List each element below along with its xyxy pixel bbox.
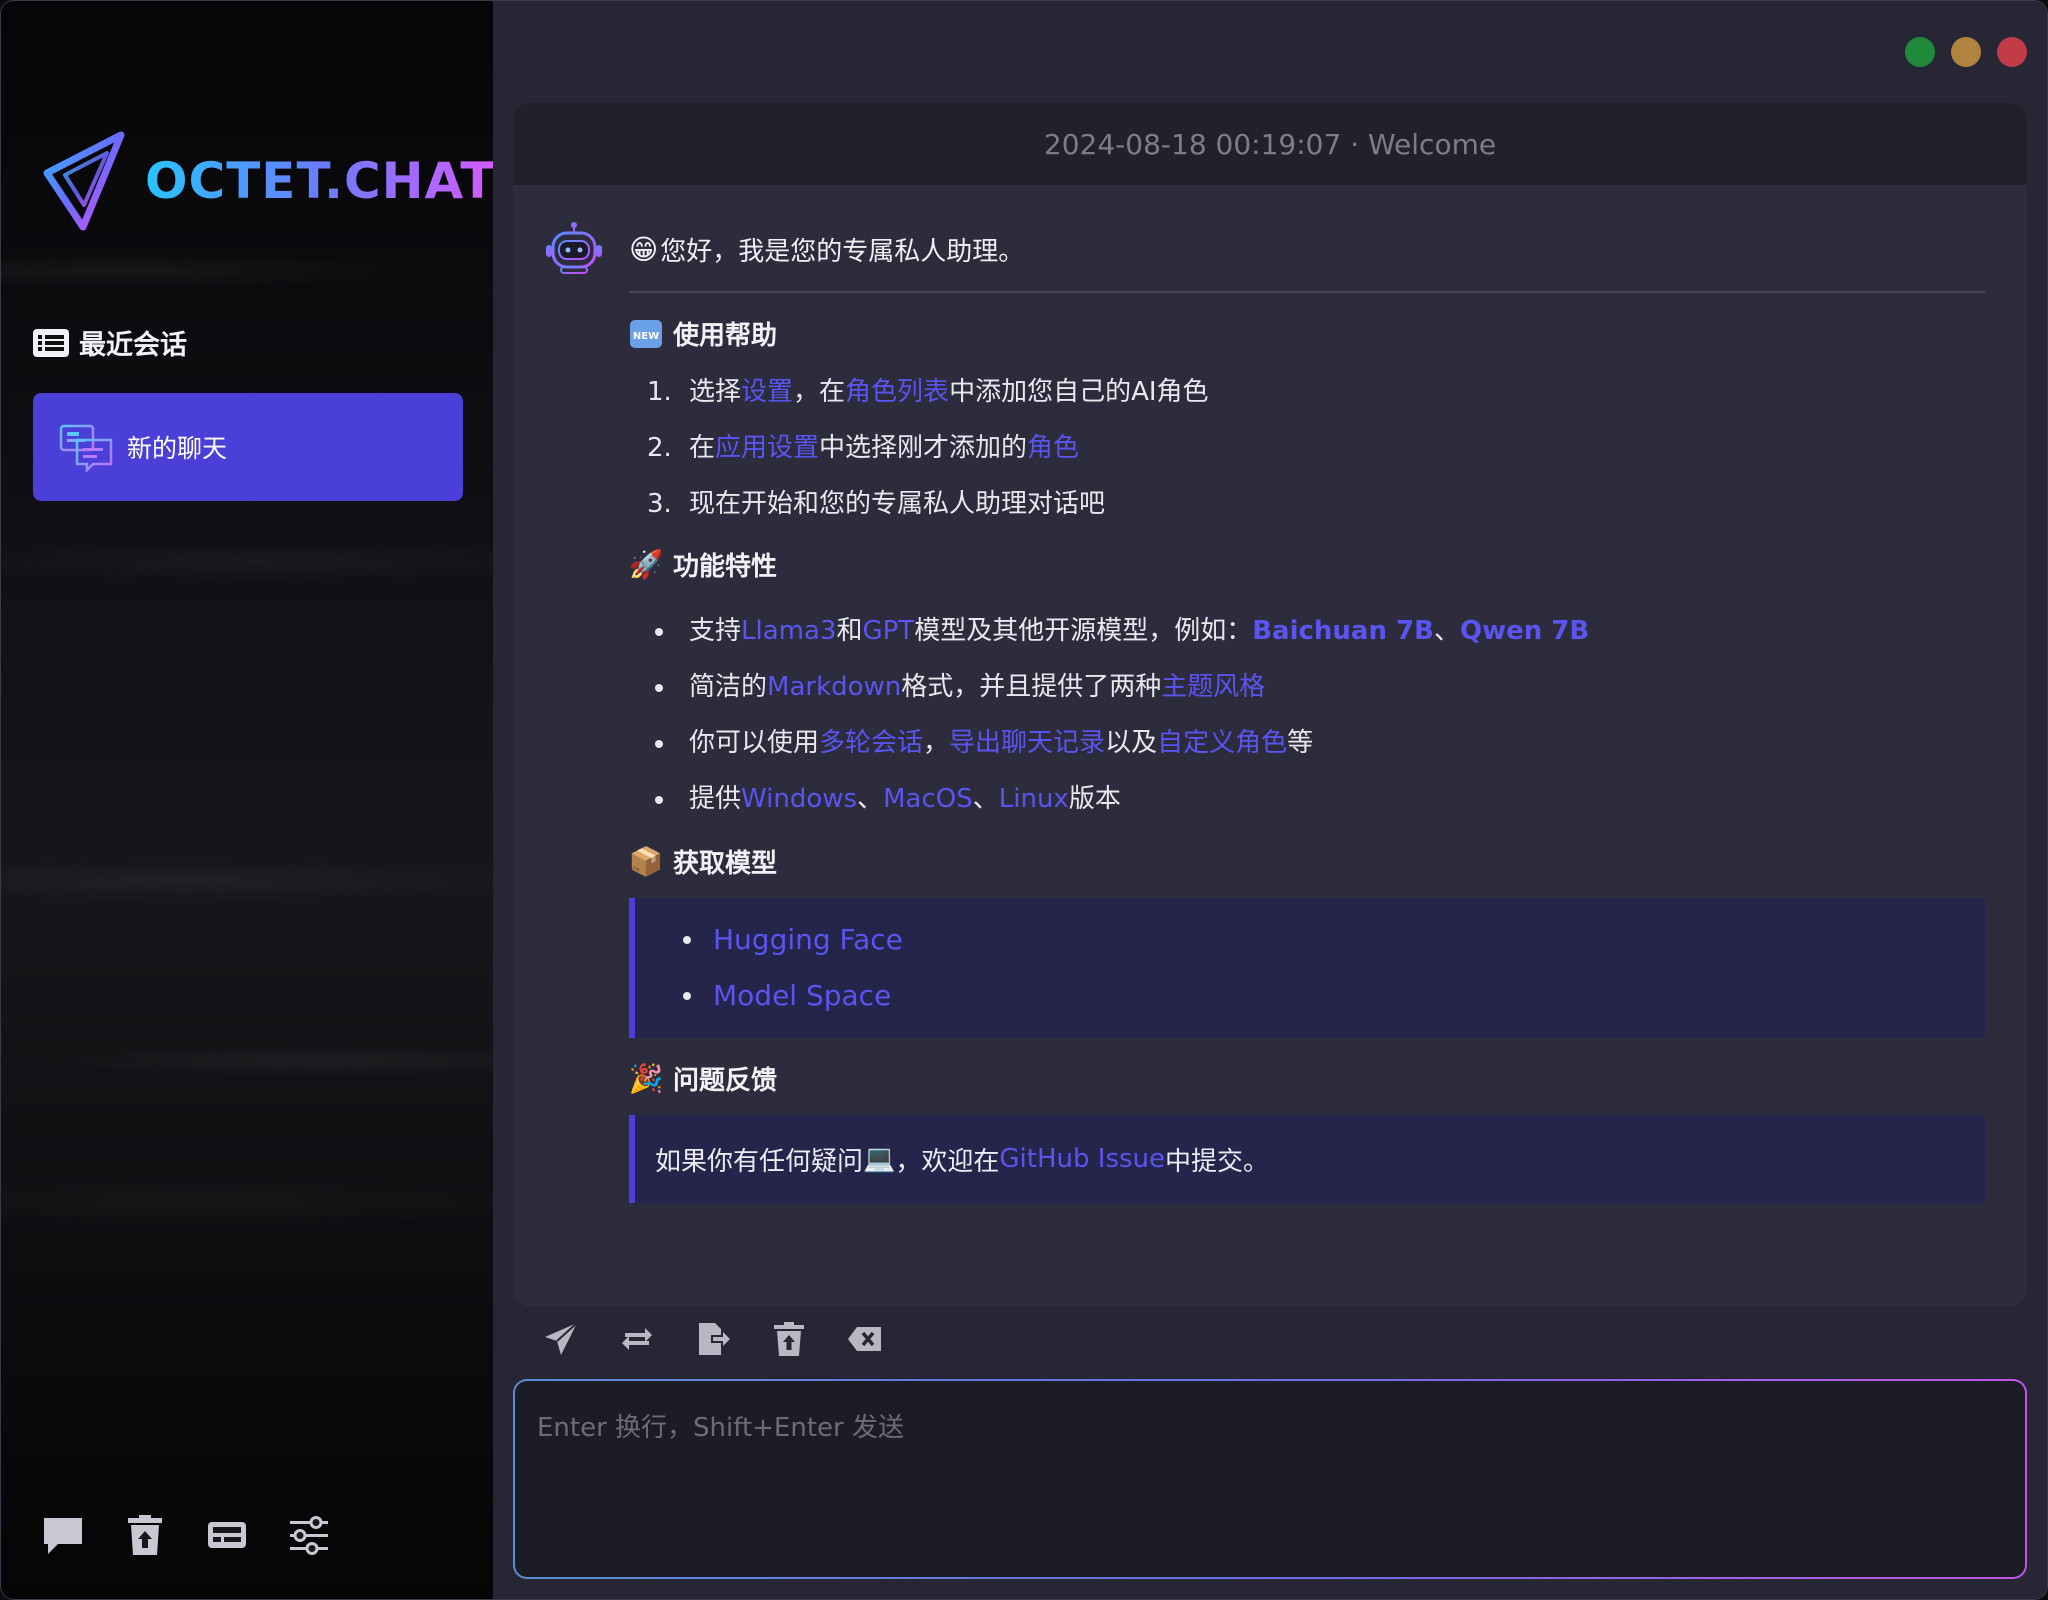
- baichuan-link[interactable]: Baichuan 7B: [1252, 616, 1434, 646]
- recent-chats-heading: 最近会话: [33, 323, 187, 362]
- maximize-button[interactable]: [1905, 37, 1935, 67]
- list-icon: [33, 328, 69, 357]
- hugging-face-link[interactable]: Hugging Face: [713, 923, 903, 956]
- keyboard-icon: [208, 1522, 246, 1548]
- input-toolbar: [541, 1319, 885, 1359]
- export-button[interactable]: [693, 1319, 733, 1359]
- models-quote: Hugging Face Model Space: [629, 898, 1985, 1038]
- features-list: 支持Llama3和GPT模型及其他开源模型，例如：Baichuan 7B、Qwe…: [629, 603, 1985, 827]
- chat-header: 2024-08-18 00:19:07 · Welcome: [513, 103, 2027, 185]
- list-item: 2. 在应用设置中选择刚才添加的角色: [647, 433, 1080, 463]
- new-chat-button[interactable]: [41, 1513, 85, 1557]
- gpt-link[interactable]: GPT: [862, 616, 914, 646]
- macos-link[interactable]: MacOS: [883, 784, 973, 814]
- list-item: Hugging Face: [635, 912, 1985, 968]
- minimize-button[interactable]: [1951, 37, 1981, 67]
- help-steps: 1. 选择设置，在角色列表中添加您自己的AI角色 2. 在应用设置中选择刚才添加…: [629, 364, 1985, 532]
- feedback-quote: 如果你有任何疑问 💻 ，欢迎在 GitHub Issue 中提交。: [629, 1115, 1985, 1203]
- chat-item-new[interactable]: 新的聊天: [33, 393, 463, 501]
- trash-icon: [128, 1515, 162, 1555]
- qwen-link[interactable]: Qwen 7B: [1460, 616, 1589, 646]
- clear-icon: [774, 1322, 804, 1356]
- role-list-link[interactable]: 角色列表: [845, 377, 949, 407]
- divider: [629, 291, 1985, 293]
- svg-text:NEW: NEW: [633, 331, 659, 342]
- llama3-link[interactable]: Llama3: [741, 616, 836, 646]
- new-emoji-icon: NEW: [629, 317, 663, 351]
- package-emoji-icon: 📦: [628, 845, 664, 878]
- delete-input-button[interactable]: [845, 1319, 885, 1359]
- theme-link[interactable]: 主题风格: [1161, 672, 1265, 702]
- export-history-link[interactable]: 导出聊天记录: [949, 728, 1105, 758]
- logo-text: OCTET.CHAT: [145, 152, 493, 210]
- laptop-emoji-icon: 💻: [863, 1144, 896, 1174]
- features-heading: 🚀 功能特性: [629, 546, 1985, 583]
- linux-link[interactable]: Linux: [999, 784, 1069, 814]
- chat-panel: 2024-08-18 00:19:07 · Welcome 😁 您好，我是您的专…: [513, 103, 2027, 1307]
- party-emoji-icon: 🎉: [628, 1062, 664, 1095]
- send-icon: [545, 1322, 578, 1355]
- list-item: 支持Llama3和GPT模型及其他开源模型，例如：Baichuan 7B、Qwe…: [629, 603, 1985, 659]
- chat-bubbles-icon: [59, 424, 113, 472]
- list-item: Model Space: [635, 968, 1985, 1024]
- help-heading: NEW 使用帮助: [629, 315, 1985, 352]
- models-heading: 📦 获取模型: [629, 843, 1985, 880]
- send-button[interactable]: [541, 1319, 581, 1359]
- clear-chat-button[interactable]: [769, 1319, 809, 1359]
- models-title: 获取模型: [673, 849, 778, 879]
- features-title: 功能特性: [673, 552, 778, 582]
- export-icon: [699, 1323, 730, 1355]
- backspace-icon: [848, 1327, 881, 1351]
- message-input-frame: [513, 1379, 2027, 1579]
- list-item: 3. 现在开始和您的专属私人助理对话吧: [647, 489, 1106, 519]
- app-logo: OCTET.CHAT: [41, 129, 493, 233]
- sliders-icon: [290, 1516, 328, 1555]
- sidebar-toolbar: [41, 1513, 331, 1557]
- feedback-title: 问题反馈: [673, 1066, 778, 1096]
- logo-icon: [43, 131, 125, 231]
- github-issue-link[interactable]: GitHub Issue: [999, 1144, 1165, 1174]
- chat-item-label: 新的聊天: [127, 434, 228, 463]
- help-title: 使用帮助: [673, 321, 778, 351]
- custom-role-link[interactable]: 自定义角色: [1157, 728, 1287, 758]
- greeting: 😁 您好，我是您的专属私人助理。: [629, 221, 1985, 277]
- assistant-message: 😁 您好，我是您的专属私人助理。 NEW 使用帮助 1. 选择设置，在角色列表中…: [629, 221, 1985, 1203]
- model-space-link[interactable]: Model Space: [713, 979, 891, 1012]
- settings-link[interactable]: 设置: [741, 377, 793, 407]
- grin-emoji: 😁: [629, 232, 659, 266]
- role-link[interactable]: 角色: [1027, 433, 1079, 463]
- message-input[interactable]: [515, 1381, 2025, 1577]
- app-settings-link[interactable]: 应用设置: [715, 433, 819, 463]
- bot-avatar-icon: [546, 222, 602, 274]
- recent-chats-label: 最近会话: [79, 330, 187, 361]
- comment-icon: [44, 1518, 82, 1554]
- multi-turn-link[interactable]: 多轮会话: [819, 728, 923, 758]
- list-item: 你可以使用多轮会话，导出聊天记录以及自定义角色等: [629, 715, 1985, 771]
- list-item: 1. 选择设置，在角色列表中添加您自己的AI角色: [647, 377, 1209, 407]
- sidebar: OCTET.CHAT 最近会话 新的聊天: [1, 1, 493, 1599]
- greeting-text: 您好，我是您的专属私人助理。: [660, 236, 1025, 267]
- toggle-view-button[interactable]: [205, 1513, 249, 1557]
- close-button[interactable]: [1997, 37, 2027, 67]
- list-item: 提供Windows、MacOS、Linux版本: [629, 771, 1985, 827]
- list-item: 简洁的Markdown格式，并且提供了两种主题风格: [629, 659, 1985, 715]
- feedback-heading: 🎉 问题反馈: [629, 1060, 1985, 1097]
- app-window: OCTET.CHAT 最近会话 新的聊天 2024-08-18 00:19:07…: [0, 0, 2048, 1600]
- markdown-link[interactable]: Markdown: [767, 672, 901, 702]
- retry-button[interactable]: [617, 1319, 657, 1359]
- retry-icon: [622, 1328, 652, 1350]
- window-controls: [1905, 37, 2027, 67]
- delete-chats-button[interactable]: [123, 1513, 167, 1557]
- rocket-emoji-icon: 🚀: [628, 548, 664, 581]
- windows-link[interactable]: Windows: [741, 784, 857, 814]
- settings-button[interactable]: [287, 1513, 331, 1557]
